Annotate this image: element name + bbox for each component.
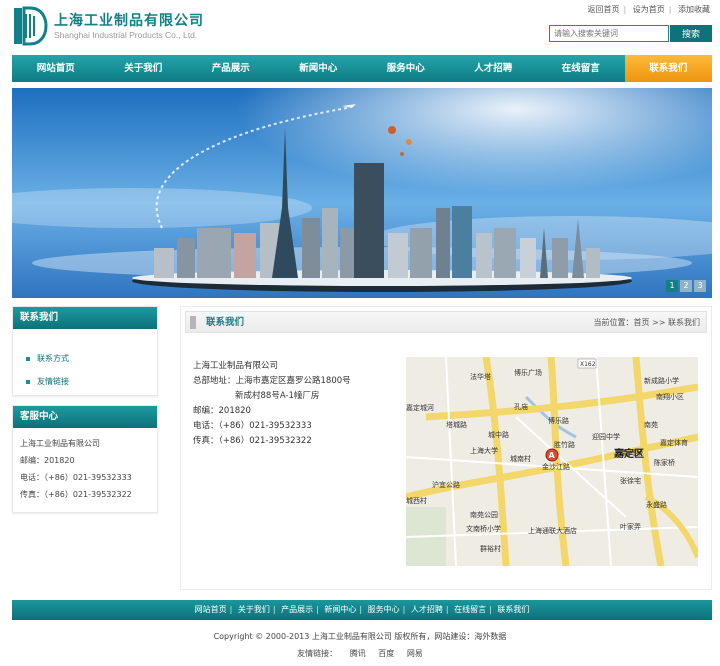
banner-page-2[interactable]: 2 (680, 280, 692, 292)
map-label-place-1: 法华塔 (470, 372, 491, 381)
nav-item-products[interactable]: 产品展示 (187, 55, 275, 82)
footer-link-products[interactable]: 产品展示 (278, 605, 316, 614)
service-postcode: 邮编：201820 (20, 456, 75, 465)
map-label-place-15: 城西村 (406, 496, 427, 505)
map-label-place-12: 城南村 (510, 454, 531, 463)
home-link[interactable]: 返回首页 (588, 5, 620, 14)
footer-link-jobs[interactable]: 人才招聘 (408, 605, 446, 614)
sidebar-item-friend-links[interactable]: 友情链接 (13, 370, 157, 393)
footer-link-news[interactable]: 新闻中心 (321, 605, 359, 614)
location-map[interactable]: 法华塔 博乐广场 新成路小学 嘉定城河 孔庙 南翔小区 迎园中学 南苑 嘉定体育… (406, 357, 698, 566)
search-button[interactable]: 搜索 (670, 25, 712, 42)
friend-link-netease[interactable]: 网易 (407, 649, 423, 658)
main-header: 联系我们 当前位置：首页 >> 联系我们 (185, 311, 707, 333)
info-phone: 电话：（+86）021-39532333 (193, 421, 312, 431)
map-label-place-8: 迎园中学 (592, 432, 620, 441)
contact-info: 上海工业制品有限公司 总部地址：上海市嘉定区嘉罗公路1800号 新成村88号A-… (193, 359, 351, 449)
map-label-road-7: 永盛路 (646, 500, 667, 509)
header: 上海工业制品有限公司 Shanghai Industrial Products … (0, 0, 720, 54)
map-label-place-10: 嘉定体育 (660, 438, 688, 447)
map-label-road-3: 沪宜公路 (432, 480, 460, 489)
company-logo-icon[interactable] (12, 6, 48, 46)
map-label-road-6: 胜竹路 (554, 440, 575, 449)
map-label-place-5: 孔庙 (514, 402, 528, 411)
info-postcode: 邮编：201820 (193, 406, 251, 416)
nav-item-contact[interactable]: 联系我们 (624, 55, 712, 82)
top-links: 返回首页 | 设为首页 | 添加收藏 (587, 5, 711, 14)
map-label-place-19: 文南桥小学 (466, 524, 501, 533)
info-fax: 传真：（+86）021-39532322 (193, 436, 312, 446)
friend-links-label: 友情链接： (297, 649, 338, 658)
nav-item-message[interactable]: 在线留言 (537, 55, 625, 82)
banner-pager: 1 2 3 (666, 280, 706, 292)
sidebar-item-contact-method[interactable]: 联系方式 (13, 347, 157, 370)
map-label-place-20: 上海通联大酒店 (528, 526, 577, 535)
footer-link-message[interactable]: 在线留言 (451, 605, 489, 614)
map-label-district: 嘉定区 (613, 447, 644, 460)
footer-link-about[interactable]: 关于我们 (235, 605, 273, 614)
sidebar-contact-box: 联系我们 联系方式 友情链接 (12, 306, 158, 396)
set-homepage-link[interactable]: 设为首页 (633, 5, 665, 14)
footer-link-home[interactable]: 网站首页 (192, 605, 230, 614)
sidebar-service-title: 客服中心 (13, 406, 157, 428)
map-road-code: X162 (580, 361, 596, 368)
service-phone: 电话：（+86）021-39532333 (20, 473, 132, 482)
search-input[interactable] (549, 25, 669, 42)
map-label-place-21: 群裕村 (480, 544, 501, 553)
banner-page-3[interactable]: 3 (694, 280, 706, 292)
friend-link-baidu[interactable]: 百度 (378, 649, 394, 658)
nav-item-service[interactable]: 服务中心 (362, 55, 450, 82)
nav-item-about[interactable]: 关于我们 (100, 55, 188, 82)
map-label-place-2: 博乐广场 (514, 368, 542, 377)
map-label-place-16: 张徐宅 (620, 476, 641, 485)
map-label-place-4: 嘉定城河 (406, 403, 434, 412)
main-content: 联系我们 当前位置：首页 >> 联系我们 上海工业制品有限公司 总部地址：上海市… (180, 306, 712, 590)
copyright: Copyright © 2000-2013 上海工业制品有限公司 版权所有，网站… (213, 632, 507, 641)
nav-item-news[interactable]: 新闻中心 (275, 55, 363, 82)
map-label-place-3: 新成路小学 (644, 376, 679, 385)
map-label-place-18: 叶家弄 (620, 522, 641, 531)
info-address-2: 新成村88号A-1幢厂房 (235, 391, 320, 401)
sidebar-contact-title: 联系我们 (13, 307, 157, 329)
map-label-road-5: 金沙江路 (542, 462, 570, 471)
brand-name-cn: 上海工业制品有限公司 (54, 13, 204, 29)
footer-link-contact[interactable]: 联系我们 (494, 605, 532, 614)
map-label-road-2: 博乐路 (548, 416, 569, 425)
breadcrumb: 当前位置：首页 >> 联系我们 (593, 318, 701, 327)
nav-item-home[interactable]: 网站首页 (12, 55, 100, 82)
map-label-place-11: 上海大学 (470, 446, 498, 455)
map-label-place-14: 陈家桥 (654, 458, 675, 467)
friend-links: 友情链接： 腾讯 百度 网易 (0, 648, 720, 659)
bookmark-link[interactable]: 添加收藏 (678, 5, 710, 14)
info-company: 上海工业制品有限公司 (193, 361, 279, 371)
map-label-road-1: 塔城路 (446, 420, 467, 429)
map-label-road-4: 城中路 (488, 430, 509, 439)
banner: 1 2 3 (12, 88, 712, 298)
banner-page-1[interactable]: 1 (666, 280, 678, 292)
nav-item-jobs[interactable]: 人才招聘 (450, 55, 538, 82)
service-company: 上海工业制品有限公司 (20, 439, 100, 448)
title-marker-icon (190, 316, 196, 329)
info-address: 总部地址：上海市嘉定区嘉罗公路1800号 (193, 376, 351, 386)
map-label-place-9: 南苑 (644, 420, 658, 429)
footer-link-service[interactable]: 服务中心 (365, 605, 403, 614)
service-fax: 传真：（+86）021-39532322 (20, 490, 132, 499)
main-nav: 网站首页 关于我们 产品展示 新闻中心 服务中心 人才招聘 在线留言 联系我们 (12, 55, 712, 82)
city-skyline-image (12, 88, 712, 298)
footer-nav: 网站首页 | 关于我们 | 产品展示 | 新闻中心 | 服务中心 | 人才招聘 | 在线留言… (12, 600, 712, 620)
map-label-place-17: 南苑公园 (470, 510, 498, 519)
friend-link-tencent[interactable]: 腾讯 (350, 649, 366, 658)
brand-name-en: Shanghai Industrial Products Co., Ltd. (54, 30, 198, 40)
map-marker-label: A (549, 451, 556, 460)
map-label-place-6: 南翔小区 (656, 392, 684, 401)
sidebar-service-box: 客服中心 上海工业制品有限公司 邮编：201820 电话：（+86）021-39… (12, 405, 158, 513)
page-title: 联系我们 (206, 317, 245, 328)
